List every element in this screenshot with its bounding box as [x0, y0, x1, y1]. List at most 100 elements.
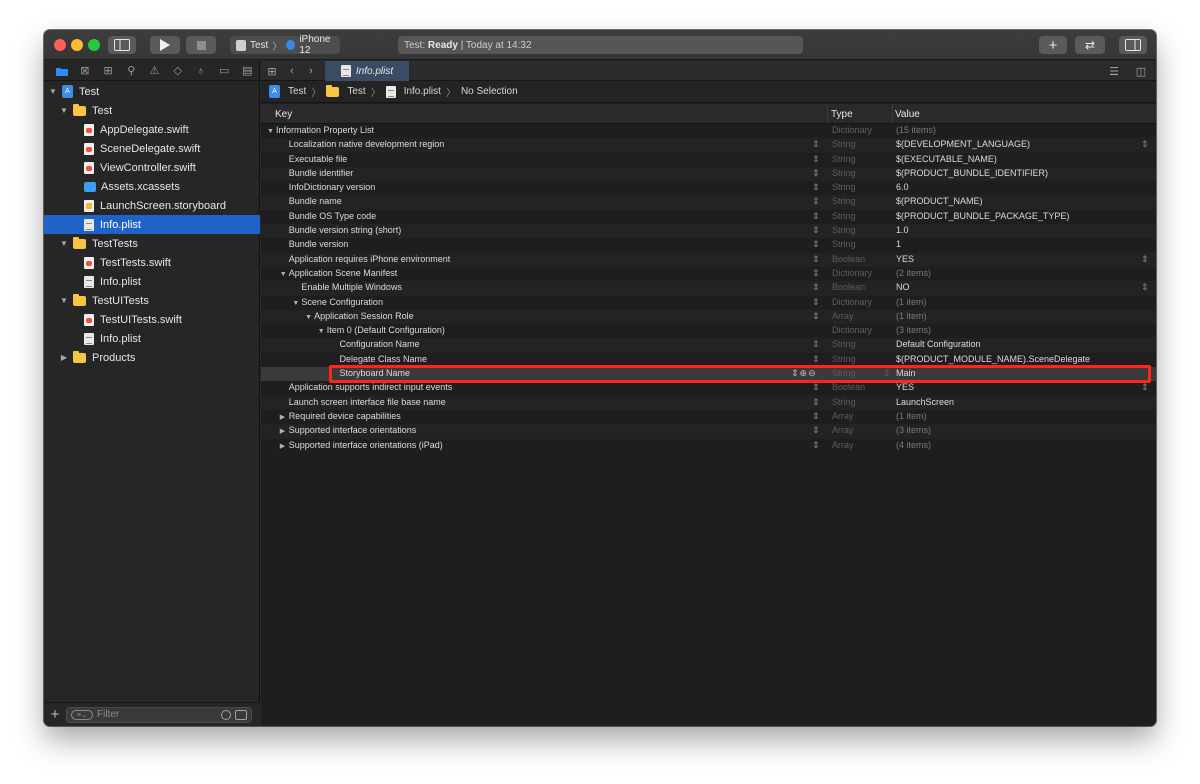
- plist-value-cell[interactable]: (3 items): [896, 325, 931, 335]
- plist-type-cell[interactable]: String: [832, 397, 856, 407]
- filter-options-icon[interactable]: ≡⌄: [71, 709, 93, 720]
- plist-type-cell[interactable]: String: [832, 354, 856, 364]
- plist-row[interactable]: Launch screen interface file base name ⇕ S…: [261, 395, 1156, 410]
- plist-row[interactable]: ▶ Supported interface orientations ⇕ Array (…: [261, 424, 1156, 439]
- plist-row[interactable]: ▶ Supported interface orientations (iPad)…: [261, 439, 1156, 453]
- debug-navigator-tab[interactable]: ♁: [189, 62, 212, 80]
- plist-row[interactable]: Delegate Class Name ⇕ String $(PRODUCT_MODU…: [261, 353, 1156, 367]
- plist-key-cell[interactable]: Bundle version: [280, 239, 349, 249]
- toggle-inspector-button[interactable]: [1119, 36, 1147, 54]
- issue-navigator-tab[interactable]: ⚠: [143, 62, 166, 80]
- plist-key-cell[interactable]: ▼ Scene Configuration: [292, 297, 383, 307]
- plist-type-cell[interactable]: Boolean: [832, 382, 865, 392]
- editor-options-button[interactable]: ☰: [1106, 63, 1122, 79]
- scheme-selector[interactable]: Test 〉 iPhone 12: [230, 34, 340, 56]
- plist-value-cell[interactable]: LaunchScreen: [896, 397, 954, 407]
- plist-row[interactable]: ▼ Information Property List Dictionary (15 …: [261, 124, 1156, 138]
- key-popup-stepper-icon[interactable]: ⇕: [812, 354, 820, 365]
- disclosure-triangle-icon[interactable]: ▼: [267, 128, 275, 135]
- value-popup-stepper-icon[interactable]: ⇕: [1141, 254, 1149, 265]
- plist-row[interactable]: ▼ Scene Configuration ⇕ Dictionary (1 item): [261, 296, 1156, 310]
- value-popup-stepper-icon[interactable]: ⇕: [1141, 382, 1149, 393]
- key-popup-stepper-icon[interactable]: ⇕: [812, 154, 820, 165]
- plist-value-cell[interactable]: YES: [896, 254, 914, 264]
- file-tree-item[interactable]: ▼ Test: [44, 101, 260, 120]
- plist-key-cell[interactable]: ▶ Supported interface orientations (iPad): [280, 440, 443, 450]
- plist-value-cell[interactable]: YES: [896, 382, 914, 392]
- plist-type-cell[interactable]: String: [832, 154, 856, 164]
- file-tree-item[interactable]: Assets.xcassets: [44, 177, 260, 196]
- plist-key-cell[interactable]: Storyboard Name: [331, 368, 411, 378]
- disclosure-triangle-icon[interactable]: ▶: [59, 353, 69, 362]
- plist-value-cell[interactable]: (1 item): [896, 297, 927, 307]
- plist-value-cell[interactable]: $(EXECUTABLE_NAME): [896, 154, 997, 164]
- plist-row[interactable]: ▼ Item 0 (Default Configuration) Dictionar…: [261, 324, 1156, 338]
- key-popup-stepper-icon[interactable]: ⇕: [812, 225, 820, 236]
- close-window-button[interactable]: [54, 39, 66, 51]
- plist-value-cell[interactable]: 6.0: [896, 182, 909, 192]
- breadcrumb-item[interactable]: Test: [347, 86, 365, 97]
- plist-row[interactable]: Executable file ⇕ String $(EXECUTABLE_NAME): [261, 153, 1156, 167]
- plist-value-cell[interactable]: NO: [896, 282, 910, 292]
- plist-type-cell[interactable]: String: [832, 211, 856, 221]
- source-control-tab[interactable]: ⊠: [73, 62, 96, 80]
- run-button[interactable]: [150, 36, 180, 54]
- file-tree-item[interactable]: ▼ TestUITests: [44, 291, 260, 310]
- plist-key-cell[interactable]: Bundle OS Type code: [280, 211, 376, 221]
- breadcrumb-item[interactable]: Test: [288, 86, 306, 97]
- zoom-window-button[interactable]: [88, 39, 100, 51]
- plist-value-cell[interactable]: (1 item): [896, 411, 927, 421]
- related-items-button[interactable]: ⊞: [264, 63, 280, 79]
- key-popup-stepper-icon[interactable]: ⇕: [812, 268, 820, 279]
- disclosure-triangle-icon[interactable]: ▼: [48, 87, 58, 96]
- key-popup-stepper-icon[interactable]: ⇕: [812, 196, 820, 207]
- tab-info-plist[interactable]: Info.plist: [325, 61, 409, 81]
- plist-type-cell[interactable]: Boolean: [832, 254, 865, 264]
- file-tree-item[interactable]: SceneDelegate.swift: [44, 139, 260, 158]
- plist-key-cell[interactable]: Bundle name: [280, 196, 342, 206]
- plist-row[interactable]: ▼ Application Session Role ⇕ Array (1 item): [261, 309, 1156, 325]
- test-navigator-tab[interactable]: ◇: [166, 62, 189, 80]
- plist-value-cell[interactable]: $(PRODUCT_BUNDLE_IDENTIFIER): [896, 168, 1048, 178]
- key-popup-stepper-icon[interactable]: ⇕: [812, 339, 820, 350]
- disclosure-triangle-icon[interactable]: ▶: [280, 442, 288, 450]
- go-forward-button[interactable]: ›: [303, 63, 319, 79]
- type-column-header[interactable]: Type: [831, 109, 853, 120]
- plist-key-cell[interactable]: Localization native development region: [280, 139, 445, 149]
- symbol-navigator-tab[interactable]: ⊞: [96, 62, 119, 80]
- plist-type-cell[interactable]: Dictionary: [832, 325, 872, 335]
- plist-type-cell[interactable]: String: [832, 168, 856, 178]
- plist-key-cell[interactable]: Application supports indirect input even…: [280, 382, 453, 392]
- plist-key-cell[interactable]: Executable file: [280, 154, 348, 164]
- plist-row[interactable]: Bundle OS Type code ⇕ String $(PRODUCT_BUND…: [261, 210, 1156, 224]
- value-popup-stepper-icon[interactable]: ⇕: [1141, 282, 1149, 293]
- plist-row[interactable]: Application supports indirect input even…: [261, 381, 1156, 395]
- column-divider[interactable]: [892, 104, 893, 124]
- plist-key-cell[interactable]: Application requires iPhone environment: [280, 254, 451, 264]
- add-file-button[interactable]: +: [44, 706, 66, 723]
- report-navigator-tab[interactable]: ▤: [236, 62, 259, 80]
- plist-type-cell[interactable]: Array: [832, 440, 854, 450]
- breadcrumb-item[interactable]: Info.plist: [404, 86, 441, 97]
- plist-type-cell[interactable]: String: [832, 239, 856, 249]
- disclosure-triangle-icon[interactable]: ▼: [305, 314, 313, 321]
- key-popup-stepper-icon[interactable]: ⇕: [812, 211, 820, 222]
- plist-value-cell[interactable]: (3 items): [896, 425, 931, 435]
- file-tree-item[interactable]: TestTests.swift: [44, 253, 260, 272]
- plist-key-cell[interactable]: Delegate Class Name: [331, 354, 428, 364]
- plist-value-cell[interactable]: (4 items): [896, 440, 931, 450]
- stop-button[interactable]: [186, 36, 216, 54]
- plist-key-cell[interactable]: ▼ Item 0 (Default Configuration): [318, 325, 445, 335]
- plist-value-cell[interactable]: Main: [896, 368, 916, 378]
- key-popup-stepper-icon[interactable]: ⇕: [812, 139, 820, 150]
- plist-row[interactable]: Bundle identifier ⇕ String $(PRODUCT_BUNDLE…: [261, 166, 1156, 182]
- disclosure-triangle-icon[interactable]: ▼: [59, 296, 69, 305]
- plist-row[interactable]: Storyboard Name ⇕ ⊕ ⊖ ⇕ String Main: [261, 365, 1156, 384]
- key-popup-stepper-icon[interactable]: ⇕: [812, 382, 820, 393]
- key-popup-stepper-icon[interactable]: ⇕: [812, 440, 820, 451]
- plist-row[interactable]: Bundle version ⇕ String 1: [261, 238, 1156, 252]
- disclosure-triangle-icon[interactable]: ▼: [280, 271, 288, 278]
- plist-row[interactable]: Application requires iPhone environment ⇕…: [261, 252, 1156, 267]
- file-tree-item[interactable]: AppDelegate.swift: [44, 120, 260, 139]
- plist-key-cell[interactable]: ▶ Required device capabilities: [280, 411, 401, 421]
